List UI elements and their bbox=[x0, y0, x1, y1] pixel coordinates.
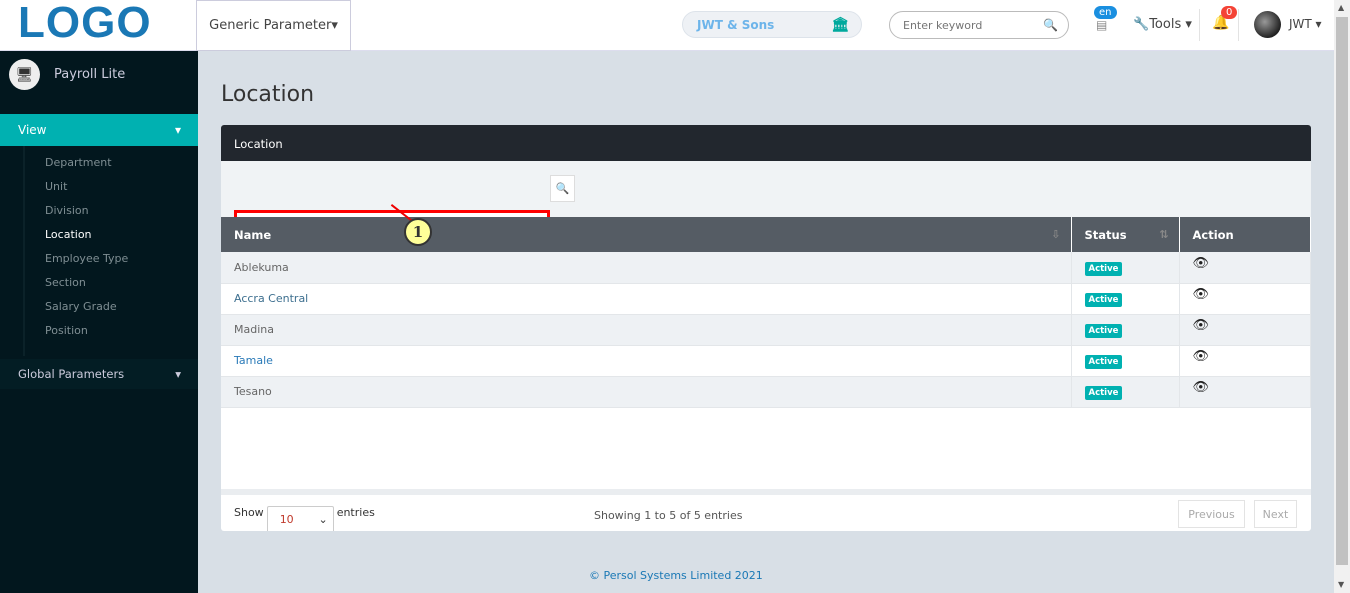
sort-icon: ⇅ bbox=[1159, 228, 1169, 241]
divider bbox=[1238, 9, 1239, 41]
eye-icon[interactable]: 👁 bbox=[1193, 380, 1210, 395]
sidebar-item-employee-type[interactable]: Employee Type bbox=[45, 252, 128, 276]
location-name: Accra Central bbox=[221, 283, 1072, 315]
company-selector[interactable]: JWT & Sons 🏛 bbox=[682, 11, 862, 38]
language-badge[interactable]: en bbox=[1094, 6, 1117, 19]
eye-icon[interactable]: 👁 bbox=[1193, 287, 1210, 302]
location-panel: Location 🔍 Name⇩ Status⇅ Action Ablekuma… bbox=[221, 125, 1311, 531]
sidebar-item-location[interactable]: Location bbox=[45, 228, 128, 252]
panel-title: Location bbox=[221, 125, 1311, 161]
column-header-action: Action bbox=[1179, 217, 1311, 252]
submenu: Department Unit Division Location Employ… bbox=[23, 146, 128, 356]
page-size-select[interactable]: 10 ⌄ bbox=[266, 506, 334, 531]
table-row: Ablekuma Active 👁 bbox=[221, 252, 1311, 284]
bank-icon: 🏛 bbox=[831, 16, 849, 33]
table-row: Tamale Active 👁 bbox=[221, 345, 1311, 377]
scrollbar[interactable]: ▲ ▼ bbox=[1334, 0, 1350, 593]
chevron-down-icon: ⌄ bbox=[318, 513, 328, 526]
eye-icon[interactable]: 👁 bbox=[1193, 256, 1210, 271]
wrench-icon: 🔧 bbox=[1133, 17, 1150, 32]
sidebar-item-view[interactable]: View ▾ bbox=[0, 114, 198, 146]
status-badge: Active bbox=[1084, 386, 1123, 400]
sidebar-item-department[interactable]: Department bbox=[45, 156, 128, 180]
caret-down-icon: ▾ bbox=[175, 367, 181, 381]
table-row: Madina Active 👁 bbox=[221, 314, 1311, 346]
module-menu-dropdown[interactable]: Generic Parameter ▾ bbox=[196, 0, 351, 51]
scroll-up-icon[interactable]: ▲ bbox=[1338, 3, 1344, 12]
avatar[interactable] bbox=[1254, 11, 1281, 38]
app-title: 🖥 Payroll Lite bbox=[9, 59, 125, 90]
sidebar-item-unit[interactable]: Unit bbox=[45, 180, 128, 204]
column-header-name[interactable]: Name ⇩ bbox=[221, 217, 1072, 252]
status-badge: Active bbox=[1084, 324, 1123, 338]
status-badge: Active bbox=[1084, 261, 1123, 276]
scrollbar-thumb[interactable] bbox=[1336, 17, 1348, 565]
search-bar: 🔍 bbox=[221, 161, 1311, 241]
previous-button[interactable]: Previous bbox=[1178, 500, 1245, 528]
tools-menu[interactable]: 🔧Tools ▾ bbox=[1133, 17, 1192, 32]
sidebar-item-position[interactable]: Position bbox=[45, 324, 128, 348]
location-table: Name ⇩ Status ⇅ Action Ablekuma Active 👁 Acc… bbox=[221, 217, 1311, 408]
divider bbox=[1199, 9, 1200, 41]
table-row: Tesano Active 👁 bbox=[221, 376, 1311, 408]
language-icon[interactable]: ▤ bbox=[1096, 18, 1107, 32]
search-icon: 🔍 bbox=[555, 182, 570, 195]
column-header-status[interactable]: Status ⇅ bbox=[1071, 217, 1180, 252]
status-badge: Active bbox=[1084, 293, 1123, 307]
location-name: Tesano bbox=[221, 376, 1072, 408]
location-name: Ablekuma bbox=[221, 252, 1072, 284]
notification-count: 0 bbox=[1221, 6, 1238, 19]
eye-icon[interactable]: 👁 bbox=[1193, 349, 1210, 364]
copyright: © Persol Systems Limited 2021 bbox=[589, 569, 763, 582]
page-title: Location bbox=[221, 82, 315, 107]
sidebar: 🖥 Payroll Lite View ▾ Department Unit Divi… bbox=[0, 51, 198, 593]
next-button[interactable]: Next bbox=[1254, 500, 1297, 528]
location-name: Tamale bbox=[221, 345, 1072, 377]
search-button[interactable]: 🔍 bbox=[550, 175, 575, 202]
sidebar-item-global-parameters[interactable]: Global Parameters ▾ bbox=[0, 359, 198, 389]
top-bar: LOGO Generic Parameter▾ JWT & Sons🏛 🔍 ▤ … bbox=[0, 0, 1334, 51]
sidebar-item-division[interactable]: Division bbox=[45, 204, 128, 228]
scroll-down-icon[interactable]: ▼ bbox=[1338, 580, 1344, 589]
status-badge: Active bbox=[1084, 355, 1123, 369]
logo[interactable]: LOGO bbox=[18, 0, 152, 48]
caret-down-icon: ▾ bbox=[174, 123, 181, 137]
table-footer: Show 10 ⌄ entries Showing 1 to 5 of 5 ent… bbox=[221, 489, 1311, 531]
sort-alpha-icon: ⇩ bbox=[1051, 228, 1061, 241]
sidebar-item-section[interactable]: Section bbox=[45, 276, 128, 300]
keyword-search: 🔍 bbox=[889, 11, 1069, 39]
caret-down-icon: ▾ bbox=[331, 18, 338, 33]
eye-icon[interactable]: 👁 bbox=[1193, 318, 1210, 333]
table-row: Accra Central Active 👁 bbox=[221, 283, 1311, 315]
location-name: Madina bbox=[221, 314, 1072, 346]
sidebar-item-salary-grade[interactable]: Salary Grade bbox=[45, 300, 128, 324]
entries-info: Showing 1 to 5 of 5 entries bbox=[594, 509, 743, 522]
search-icon[interactable]: 🔍 bbox=[1043, 18, 1058, 32]
callout-marker: 1 bbox=[404, 218, 432, 246]
monitor-icon: 🖥 bbox=[9, 59, 40, 90]
page-size-control: Show 10 ⌄ entries bbox=[234, 506, 375, 531]
keyword-input[interactable] bbox=[903, 18, 1033, 32]
user-menu[interactable]: JWT ▾ bbox=[1289, 17, 1322, 31]
